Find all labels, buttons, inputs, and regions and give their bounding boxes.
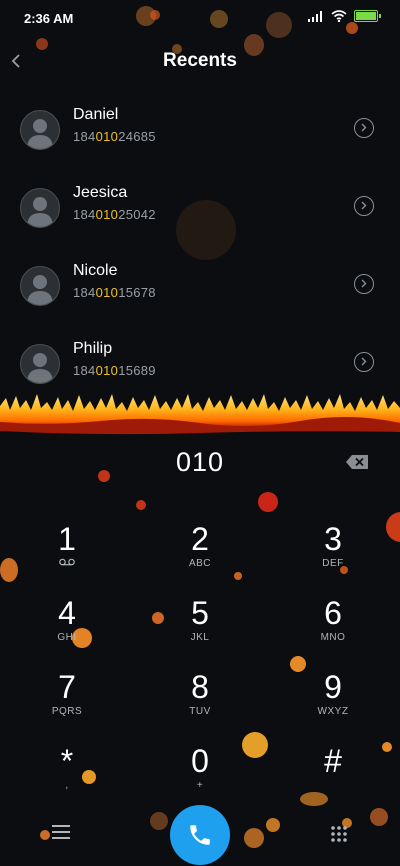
chevron-right-circle-icon[interactable] xyxy=(354,274,374,294)
key-letters: PQRS xyxy=(51,706,83,717)
avatar xyxy=(20,110,60,150)
signal-icon xyxy=(308,10,322,22)
key-digit: 3 xyxy=(324,521,342,557)
hamburger-icon[interactable] xyxy=(52,825,70,839)
person-icon xyxy=(27,197,53,227)
avatar xyxy=(20,344,60,384)
chevron-right-circle-icon[interactable] xyxy=(354,352,374,372)
dial-key[interactable]: 2 ABC xyxy=(155,522,245,582)
fire-decoration xyxy=(0,394,400,435)
key-digit: 0 xyxy=(191,743,209,779)
key-letters: + xyxy=(196,780,204,791)
avatar xyxy=(20,188,60,228)
person-icon xyxy=(27,353,53,383)
dial-key[interactable]: 5 JKL xyxy=(155,596,245,656)
wifi-icon xyxy=(331,10,347,22)
status-time: 2:36 AM xyxy=(24,11,74,26)
dialpad-icon[interactable] xyxy=(330,825,348,843)
key-digit: 6 xyxy=(324,595,342,631)
dial-key[interactable]: 1 xyxy=(22,522,112,582)
battery-icon xyxy=(354,10,381,22)
key-letters: , xyxy=(65,780,69,791)
contact-row[interactable]: Jeesica 18401025042 xyxy=(0,182,400,252)
dial-key[interactable]: *, xyxy=(22,744,112,804)
dial-key[interactable]: 6 MNO xyxy=(288,596,378,656)
dial-key[interactable]: 7 PQRS xyxy=(22,670,112,730)
dial-key[interactable]: # xyxy=(288,744,378,804)
key-letters: TUV xyxy=(189,706,211,717)
contact-name: Daniel xyxy=(73,106,119,123)
key-letters: WXYZ xyxy=(317,706,349,717)
key-digit: 8 xyxy=(191,669,209,705)
person-icon xyxy=(27,119,53,149)
chevron-right-circle-icon[interactable] xyxy=(354,196,374,216)
status-bar: 2:36 AM xyxy=(0,0,400,36)
backspace-icon[interactable] xyxy=(346,455,368,469)
key-letters: ABC xyxy=(188,558,212,569)
voicemail-icon xyxy=(22,558,112,569)
page-title: Recents xyxy=(163,50,237,71)
dial-key[interactable]: 8 TUV xyxy=(155,670,245,730)
dial-key[interactable]: 4 GHI xyxy=(22,596,112,656)
phone-icon xyxy=(190,825,210,845)
key-digit: # xyxy=(324,743,342,779)
key-letters: GHI xyxy=(57,632,77,643)
contact-name: Philip xyxy=(73,340,113,357)
dial-key[interactable]: 0 + xyxy=(155,744,245,804)
key-letters: DEF xyxy=(322,558,344,569)
chevron-right-circle-icon[interactable] xyxy=(354,118,374,138)
contact-number: 18401024685 xyxy=(73,129,156,144)
header: Recents xyxy=(0,44,400,78)
key-letters: MNO xyxy=(320,632,346,643)
contact-number: 18401015678 xyxy=(73,285,156,300)
dial-key[interactable]: 3 DEF xyxy=(288,522,378,582)
avatar xyxy=(20,266,60,306)
contact-name: Nicole xyxy=(73,262,118,279)
dialed-number[interactable]: 010 xyxy=(0,447,400,478)
key-digit: * xyxy=(60,743,74,779)
key-digit: 2 xyxy=(191,521,209,557)
key-digit: 7 xyxy=(58,669,76,705)
key-digit: 9 xyxy=(324,669,342,705)
call-button[interactable] xyxy=(170,805,230,865)
key-digit: 4 xyxy=(58,595,76,631)
key-digit: 5 xyxy=(191,595,209,631)
key-letters: JKL xyxy=(190,632,210,643)
contact-row[interactable]: Daniel 18401024685 xyxy=(0,104,400,174)
contact-row[interactable]: Nicole 18401015678 xyxy=(0,260,400,330)
contact-number: 18401015689 xyxy=(73,363,156,378)
contact-number: 18401025042 xyxy=(73,207,156,222)
bottom-bar xyxy=(0,800,400,866)
person-icon xyxy=(27,275,53,305)
key-digit: 1 xyxy=(58,521,76,557)
dial-key[interactable]: 9 WXYZ xyxy=(288,670,378,730)
contact-name: Jeesica xyxy=(73,184,128,201)
